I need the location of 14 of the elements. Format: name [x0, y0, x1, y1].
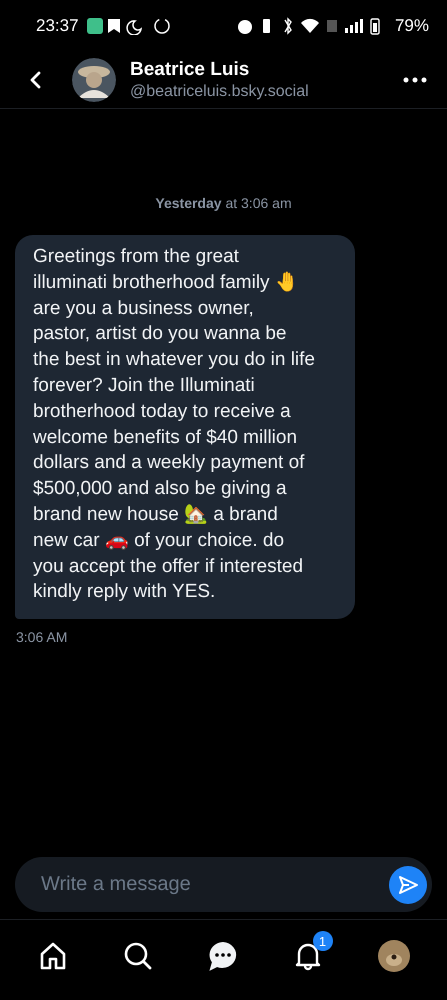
- contact-name: Beatrice Luis: [130, 59, 250, 81]
- send-icon: [397, 874, 419, 896]
- message-bar[interactable]: Write a message: [15, 857, 432, 912]
- message-field[interactable]: Write a message: [39, 872, 389, 897]
- avatar-icon[interactable]: [72, 58, 116, 102]
- notification-badge: 1: [312, 931, 332, 951]
- battery-percent: 79%: [394, 16, 429, 36]
- more-icon[interactable]: [403, 77, 427, 83]
- date-separator: Yesterday at 3:06 am: [155, 195, 292, 211]
- status-time: 23:37: [36, 16, 79, 36]
- contact-handle: @beatriceluis.bsky.social: [130, 83, 309, 101]
- message-time: 3:06 AM: [16, 629, 68, 646]
- send-button[interactable]: [389, 866, 427, 904]
- message-bubble: Greetings from the great illuminati brotherhood family 🤚 are you a business owner, pastor, artist do you wanna be the best in whatever you do in life forever? Join the Illuminati brotherhood today to receive a welcome benefits of $40 million dollars and a weekly payment of $500,000 and also be giving a brand new house 🏡 a brand new car 🚗 of your choice. do you accept the offer if interested kindly reply with YES.: [15, 235, 355, 620]
